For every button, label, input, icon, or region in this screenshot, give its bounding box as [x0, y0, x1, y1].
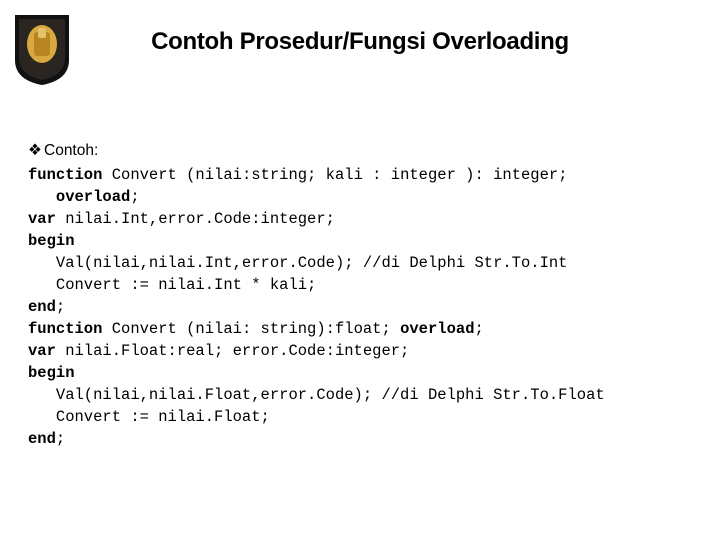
code-text: ; — [56, 298, 65, 316]
kw-var-2: var — [28, 342, 56, 360]
code-text: Convert := nilai.Float; — [28, 408, 270, 426]
kw-begin-1: begin — [28, 232, 75, 250]
diamond-bullet-icon: ❖ — [28, 140, 38, 162]
code-text: ; — [56, 430, 65, 448]
code-text: Val(nilai,nilai.Int,error.Code); //di De… — [28, 254, 568, 272]
bullet-item: ❖ Contoh: — [28, 140, 700, 162]
slide-body: ❖ Contoh: function Convert (nilai:string;… — [28, 140, 700, 450]
kw-function-1: function — [28, 166, 102, 184]
code-text: Convert := nilai.Int * kali; — [28, 276, 316, 294]
code-text: Convert (nilai: string):float; — [102, 320, 400, 338]
code-text: Val(nilai,nilai.Float,error.Code); //di … — [28, 386, 605, 404]
kw-end-1: end — [28, 298, 56, 316]
slide-title: Contoh Prosedur/Fungsi Overloading — [0, 28, 720, 56]
code-block: function Convert (nilai:string; kali : i… — [28, 164, 700, 450]
kw-overload-2: overload — [400, 320, 474, 338]
code-text: nilai.Int,error.Code:integer; — [56, 210, 335, 228]
kw-begin-2: begin — [28, 364, 75, 382]
code-text: ; — [130, 188, 139, 206]
kw-function-2: function — [28, 320, 102, 338]
kw-end-2: end — [28, 430, 56, 448]
code-text: nilai.Float:real; error.Code:integer; — [56, 342, 409, 360]
code-text: Convert (nilai:string; kali : integer ):… — [102, 166, 567, 184]
bullet-label: Contoh: — [44, 142, 98, 159]
kw-var-1: var — [28, 210, 56, 228]
code-text: ; — [475, 320, 484, 338]
kw-overload-1: overload — [28, 188, 130, 206]
